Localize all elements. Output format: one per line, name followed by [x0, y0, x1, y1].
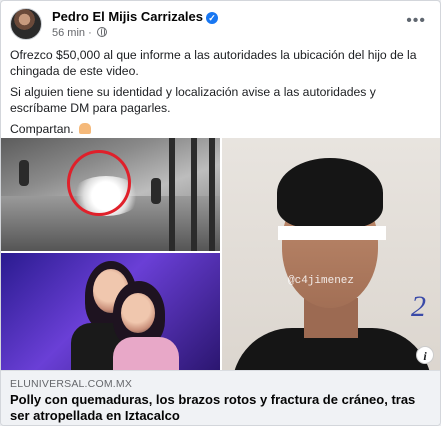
cctv-pillar — [209, 138, 215, 251]
image-watermark: @c4jimenez — [288, 275, 355, 287]
author-avatar[interactable] — [10, 8, 42, 40]
post-paragraph-3: Compartan. — [10, 122, 426, 138]
cctv-pillar — [191, 138, 197, 251]
cctv-pillar — [169, 138, 175, 251]
post-card: Pedro El Mijis Carrizales ✓ 56 min · ••• … — [0, 0, 441, 426]
post-time[interactable]: 56 min — [52, 27, 85, 39]
post-paragraph-3-text: Compartan. — [10, 122, 74, 136]
party-photo-image[interactable] — [1, 253, 220, 370]
mugshot-eye-censor — [278, 226, 386, 240]
post-meta: 56 min · — [52, 27, 107, 39]
post-media[interactable]: @c4jimenez 2 i — [1, 138, 440, 370]
meta-separator: · — [88, 27, 95, 39]
highlight-circle — [67, 150, 131, 216]
handwritten-mark: 2 — [411, 290, 426, 323]
link-domain: ELUNIVERSAL.COM.MX — [10, 378, 133, 390]
mugshot-image[interactable]: @c4jimenez 2 i — [222, 138, 440, 370]
link-preview[interactable]: ELUNIVERSAL.COM.MX Polly con quemaduras,… — [1, 370, 440, 425]
folded-hands-icon — [79, 123, 92, 134]
post-header: Pedro El Mijis Carrizales ✓ 56 min · ••• — [10, 8, 432, 42]
info-icon[interactable]: i — [416, 346, 434, 364]
post-paragraph-1: Ofrezco $50,000 al que informe a las aut… — [10, 48, 417, 78]
post-text: Ofrezco $50,000 al que informe a las aut… — [10, 48, 426, 144]
link-title[interactable]: Polly con quemaduras, los brazos rotos y… — [10, 392, 428, 424]
author-name[interactable]: Pedro El Mijis Carrizales ✓ — [52, 9, 219, 24]
cctv-still-image[interactable] — [1, 138, 220, 251]
mugshot-hair — [277, 158, 383, 228]
cctv-figure — [151, 178, 161, 204]
globe-icon[interactable] — [96, 27, 107, 37]
post-paragraph-2: Si alguien tiene su identidad y localiza… — [10, 85, 376, 115]
verified-badge-icon: ✓ — [206, 12, 219, 24]
cctv-figure — [19, 160, 29, 186]
more-options-icon[interactable]: ••• — [406, 12, 426, 30]
party-face — [121, 293, 155, 333]
party-shirt — [113, 337, 179, 370]
author-name-text[interactable]: Pedro El Mijis Carrizales — [52, 9, 203, 24]
